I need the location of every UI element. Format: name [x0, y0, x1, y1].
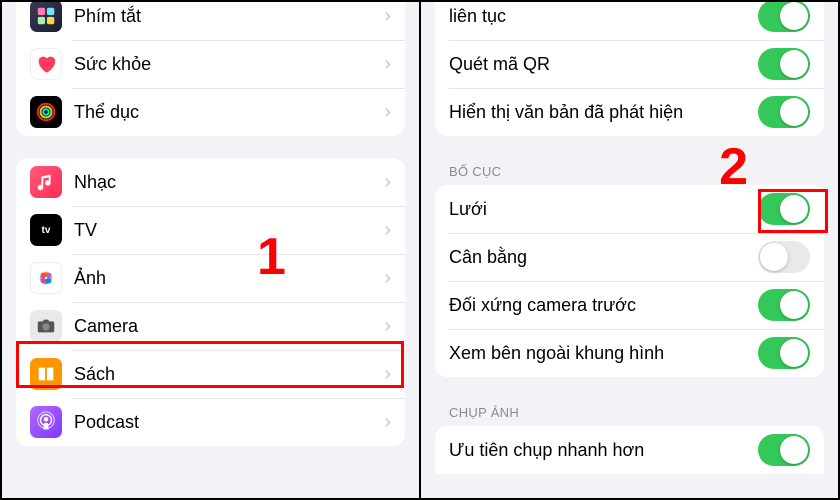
row-level[interactable]: Cân bằng	[435, 233, 824, 281]
row-label: Cân bằng	[449, 247, 758, 268]
row-label: Ưu tiên chụp nhanh hơn	[449, 440, 758, 461]
chevron-right-icon: ›	[384, 5, 391, 28]
tv-icon: tv	[30, 214, 62, 246]
row-prioritize-faster[interactable]: Ưu tiên chụp nhanh hơn	[435, 426, 824, 474]
toggle-outside-frame[interactable]	[758, 337, 810, 369]
row-label: Đối xứng camera trước	[449, 295, 758, 316]
toggle-detected-text[interactable]	[758, 96, 810, 128]
settings-list-pane: Phím tắt › Sức khỏe › Thể dục ›	[2, 2, 421, 498]
camera-icon	[30, 310, 62, 342]
row-continuous[interactable]: liên tục	[435, 2, 824, 40]
row-tv[interactable]: tv TV ›	[16, 206, 405, 254]
row-label: Xem bên ngoài khung hình	[449, 343, 758, 364]
row-camera[interactable]: Camera ›	[16, 302, 405, 350]
toggle-continuous[interactable]	[758, 2, 810, 32]
music-icon	[30, 166, 62, 198]
toggle-grid[interactable]	[758, 193, 810, 225]
photos-icon	[30, 262, 62, 294]
section-header-capture: CHỤP ẢNH	[421, 399, 838, 426]
row-detected-text[interactable]: Hiển thị văn bản đã phát hiện	[435, 88, 824, 136]
row-health[interactable]: Sức khỏe ›	[16, 40, 405, 88]
row-label: Hiển thị văn bản đã phát hiện	[449, 102, 758, 123]
camera-group-capture: Ưu tiên chụp nhanh hơn	[435, 426, 824, 474]
toggle-level[interactable]	[758, 241, 810, 273]
row-label: Podcast	[74, 412, 384, 433]
row-label: Sức khỏe	[74, 54, 384, 75]
chevron-right-icon: ›	[384, 267, 391, 290]
toggle-faster-shooting[interactable]	[758, 434, 810, 466]
row-podcast[interactable]: Podcast ›	[16, 398, 405, 446]
row-label: liên tục	[449, 6, 758, 27]
row-label: TV	[74, 220, 384, 241]
settings-group-1: Phím tắt › Sức khỏe › Thể dục ›	[16, 2, 405, 136]
row-label: Camera	[74, 316, 384, 337]
annotation-step-1: 1	[257, 227, 286, 287]
shortcuts-icon	[30, 2, 62, 32]
books-icon	[30, 358, 62, 390]
row-fitness[interactable]: Thể dục ›	[16, 88, 405, 136]
chevron-right-icon: ›	[384, 101, 391, 124]
row-shortcuts[interactable]: Phím tắt ›	[16, 2, 405, 40]
fitness-icon	[30, 96, 62, 128]
row-label: Sách	[74, 364, 384, 385]
chevron-right-icon: ›	[384, 315, 391, 338]
row-view-outside-frame[interactable]: Xem bên ngoài khung hình	[435, 329, 824, 377]
chevron-right-icon: ›	[384, 219, 391, 242]
row-music[interactable]: Nhạc ›	[16, 158, 405, 206]
row-photos[interactable]: Ảnh ›	[16, 254, 405, 302]
row-label: Ảnh	[74, 268, 384, 289]
chevron-right-icon: ›	[384, 171, 391, 194]
row-label: Thể dục	[74, 102, 384, 123]
chevron-right-icon: ›	[384, 363, 391, 386]
podcast-icon	[30, 406, 62, 438]
health-icon	[30, 48, 62, 80]
row-books[interactable]: Sách ›	[16, 350, 405, 398]
chevron-right-icon: ›	[384, 53, 391, 76]
row-grid[interactable]: Lưới	[435, 185, 824, 233]
settings-group-2: Nhạc › tv TV › Ảnh › Cam	[16, 158, 405, 446]
camera-group-1: liên tục Quét mã QR Hiển thị văn bản đã …	[435, 2, 824, 136]
row-label: Quét mã QR	[449, 54, 758, 75]
camera-settings-pane: liên tục Quét mã QR Hiển thị văn bản đã …	[421, 2, 838, 498]
row-label: Nhạc	[74, 172, 384, 193]
annotation-step-2: 2	[719, 137, 748, 197]
chevron-right-icon: ›	[384, 411, 391, 434]
toggle-qr[interactable]	[758, 48, 810, 80]
row-label: Lưới	[449, 199, 758, 220]
row-label: Phím tắt	[74, 6, 384, 27]
section-header-layout: BỐ CỤC	[421, 158, 838, 185]
camera-group-layout: Lưới Cân bằng Đối xứng camera trước Xem …	[435, 185, 824, 377]
row-qr-scan[interactable]: Quét mã QR	[435, 40, 824, 88]
row-mirror-front[interactable]: Đối xứng camera trước	[435, 281, 824, 329]
toggle-mirror[interactable]	[758, 289, 810, 321]
